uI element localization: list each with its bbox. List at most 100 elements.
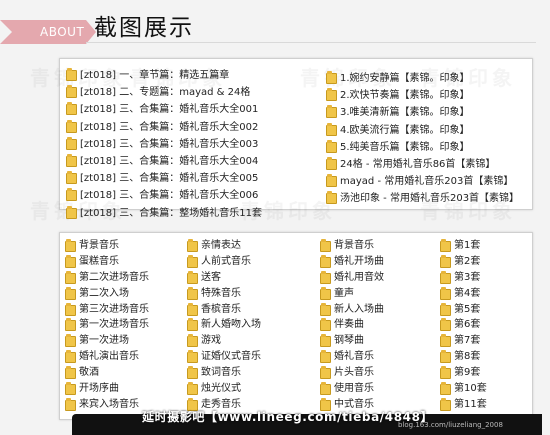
- folder-item[interactable]: [zt018] 三、合集篇：婚礼音乐大全002: [66, 119, 262, 136]
- folder-item[interactable]: 特殊音乐: [187, 286, 261, 302]
- folder-icon: [326, 122, 337, 136]
- header-divider: [86, 42, 536, 43]
- folder-item[interactable]: 伴奏曲: [320, 317, 384, 333]
- folder-label: 第9套: [454, 367, 481, 379]
- folder-item[interactable]: 敬酒: [65, 365, 149, 381]
- folder-item[interactable]: [zt018] 一、章节篇：精选五篇章: [66, 67, 262, 84]
- folder-item[interactable]: 第10套: [440, 381, 487, 397]
- folder-icon: [320, 302, 331, 316]
- folder-item[interactable]: mayad - 常用婚礼音乐203首【素锦】: [326, 173, 519, 190]
- folder-icon: [440, 254, 451, 268]
- folder-item[interactable]: 第6套: [440, 317, 487, 333]
- folder-item[interactable]: 4.欧美流行篇【素锦。印象】: [326, 122, 519, 139]
- folder-icon: [440, 366, 451, 380]
- folder-label: 开场序曲: [79, 383, 119, 395]
- folder-icon: [187, 350, 198, 364]
- folder-label: 片头音乐: [334, 367, 374, 379]
- folder-item[interactable]: [zt018] 二、专题篇：mayad & 24格: [66, 84, 262, 101]
- folder-item[interactable]: 第9套: [440, 365, 487, 381]
- folder-icon: [320, 350, 331, 364]
- folder-label: 第三次进场音乐: [79, 303, 149, 315]
- folder-item[interactable]: 游戏: [187, 333, 261, 349]
- folder-icon: [440, 350, 451, 364]
- folder-item[interactable]: 片头音乐: [320, 365, 384, 381]
- folder-item[interactable]: 第二次进场音乐: [65, 270, 149, 286]
- folder-item[interactable]: 致词音乐: [187, 365, 261, 381]
- folder-label: 第8套: [454, 351, 481, 363]
- folder-item[interactable]: 香槟音乐: [187, 302, 261, 318]
- folder-item[interactable]: 第一次进场: [65, 333, 149, 349]
- folder-label: 第6套: [454, 319, 481, 331]
- folder-item[interactable]: 第二次入场: [65, 286, 149, 302]
- folder-item[interactable]: [zt018] 三、合集篇：婚礼音乐大全003: [66, 136, 262, 153]
- folder-label: 伴奏曲: [334, 319, 364, 331]
- folder-item[interactable]: 婚礼用音效: [320, 270, 384, 286]
- folder-label: 汤池印象 - 常用婚礼音乐203首【素锦】: [340, 193, 520, 205]
- folder-icon: [187, 254, 198, 268]
- bottom-folder-column-4: 第1套 第2套 第3套 第4套 第5套 第6套 第7套 第8套 第9套 第10套…: [440, 238, 487, 413]
- folder-item[interactable]: 证婚仪式音乐: [187, 349, 261, 365]
- folder-item[interactable]: 第三次进场音乐: [65, 302, 149, 318]
- folder-item[interactable]: 第11套: [440, 397, 487, 413]
- folder-item[interactable]: 5.纯美音乐篇【素锦。印象】: [326, 139, 519, 156]
- folder-icon: [320, 366, 331, 380]
- folder-item[interactable]: 蛋糕音乐: [65, 254, 149, 270]
- folder-item[interactable]: 背景音乐: [320, 238, 384, 254]
- folder-label: 24格 - 常用婚礼音乐86首【素锦】: [340, 158, 496, 170]
- folder-item[interactable]: 汤池印象 - 常用婚礼音乐203首【素锦】: [326, 190, 519, 207]
- folder-icon: [440, 397, 451, 411]
- folder-item[interactable]: 亲情表达: [187, 238, 261, 254]
- folder-icon: [320, 318, 331, 332]
- folder-item[interactable]: 婚礼演出音乐: [65, 349, 149, 365]
- folder-icon: [320, 334, 331, 348]
- folder-icon: [326, 191, 337, 205]
- folder-item[interactable]: 第7套: [440, 333, 487, 349]
- folder-item[interactable]: 开场序曲: [65, 381, 149, 397]
- folder-item[interactable]: 烛光仪式: [187, 381, 261, 397]
- folder-item[interactable]: 1.婉约安静篇【素锦。印象】: [326, 70, 519, 87]
- folder-label: 游戏: [201, 335, 221, 347]
- folder-item[interactable]: 第2套: [440, 254, 487, 270]
- folder-item[interactable]: 婚礼开场曲: [320, 254, 384, 270]
- folder-item[interactable]: 第一次进场音乐: [65, 317, 149, 333]
- folder-item[interactable]: 第5套: [440, 302, 487, 318]
- folder-icon: [65, 366, 76, 380]
- folder-item[interactable]: [zt018] 三、合集篇：婚礼音乐大全005: [66, 170, 262, 187]
- folder-label: 第1套: [454, 240, 481, 251]
- folder-item[interactable]: 第1套: [440, 238, 487, 254]
- folder-item[interactable]: 钢琴曲: [320, 333, 384, 349]
- folder-icon: [65, 239, 76, 252]
- folder-item[interactable]: 送客: [187, 270, 261, 286]
- folder-icon: [440, 302, 451, 316]
- folder-item[interactable]: 24格 - 常用婚礼音乐86首【素锦】: [326, 156, 519, 173]
- folder-item[interactable]: [zt018] 三、合集篇：婚礼音乐大全004: [66, 153, 262, 170]
- folder-label: 致词音乐: [201, 367, 241, 379]
- folder-item[interactable]: 背景音乐: [65, 238, 149, 254]
- folder-icon: [66, 188, 77, 202]
- folder-icon: [66, 68, 77, 81]
- folder-item[interactable]: 新人婚吻入场: [187, 317, 261, 333]
- folder-label: 3.唯美清新篇【素锦。印象】: [340, 107, 470, 119]
- bottom-folder-column-3: 背景音乐 婚礼开场曲 婚礼用音效 童声 新人入场曲 伴奏曲 钢琴曲 婚礼音乐 片…: [320, 238, 384, 413]
- folder-item[interactable]: [zt018] 三、合集篇：婚礼音乐大全006: [66, 187, 262, 204]
- folder-item[interactable]: 新人入场曲: [320, 302, 384, 318]
- folder-item[interactable]: [zt018] 三、合集篇：整场婚礼音乐11套: [66, 205, 262, 222]
- folder-label: 使用音乐: [334, 383, 374, 395]
- folder-item[interactable]: 使用音乐: [320, 381, 384, 397]
- folder-item[interactable]: 第8套: [440, 349, 487, 365]
- watermark-banner-text: 延时摄影吧【www.lineeg.com/tieba/4848】: [142, 410, 434, 424]
- folder-icon: [66, 102, 77, 116]
- folder-item[interactable]: 第3套: [440, 270, 487, 286]
- folder-item[interactable]: 2.欢快节奏篇【素锦。印象】: [326, 87, 519, 104]
- blog-credit: blog.163.com/liuzeliang_2008: [398, 421, 503, 429]
- folder-item[interactable]: 3.唯美清新篇【素锦。印象】: [326, 104, 519, 121]
- folder-icon: [440, 270, 451, 284]
- folder-icon: [66, 119, 77, 133]
- folder-item[interactable]: 人前式音乐: [187, 254, 261, 270]
- folder-label: [zt018] 三、合集篇：婚礼音乐大全003: [80, 138, 259, 150]
- folder-item[interactable]: 来宾入场音乐: [65, 397, 149, 413]
- folder-item[interactable]: 婚礼音乐: [320, 349, 384, 365]
- folder-item[interactable]: [zt018] 三、合集篇：婚礼音乐大全001: [66, 101, 262, 118]
- folder-item[interactable]: 童声: [320, 286, 384, 302]
- folder-item[interactable]: 第4套: [440, 286, 487, 302]
